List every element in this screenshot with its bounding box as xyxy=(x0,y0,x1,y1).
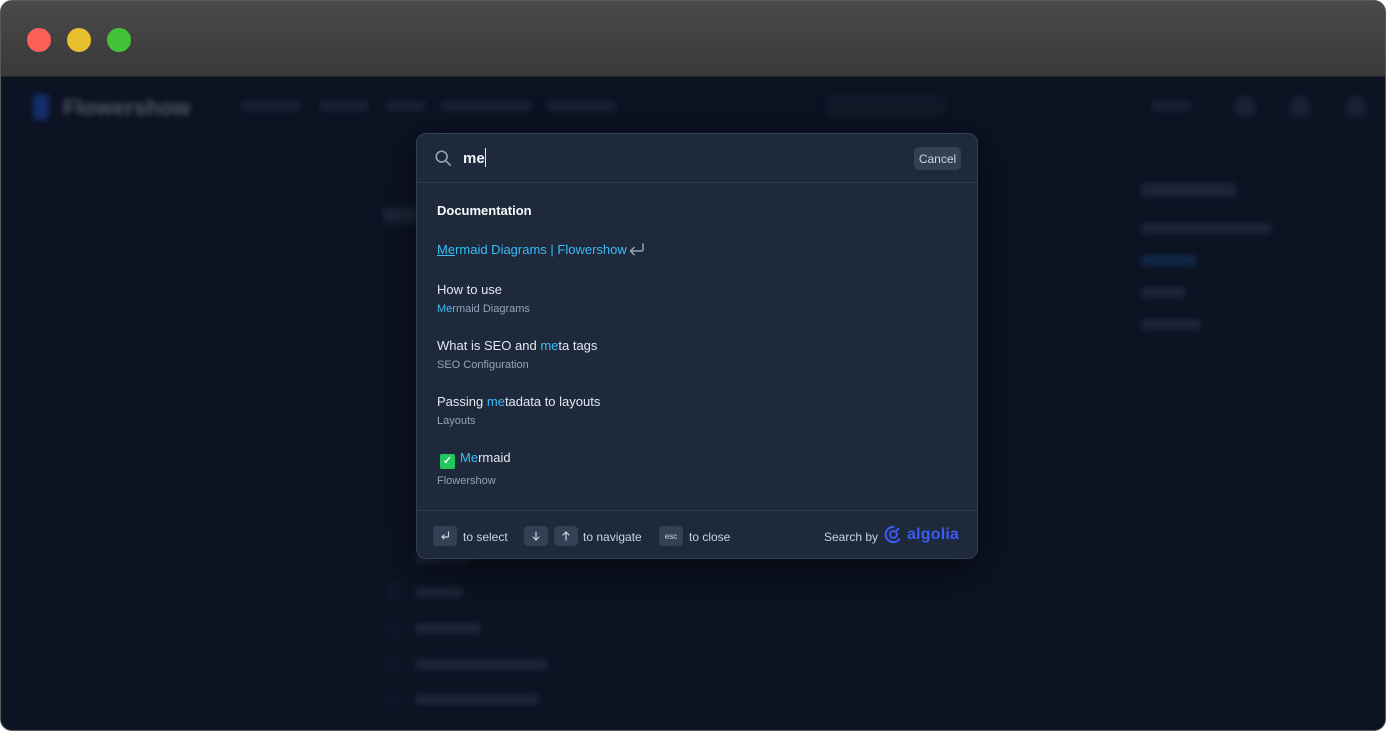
highlight: Me xyxy=(437,242,456,257)
result-title-text: tadata to layouts xyxy=(504,394,601,409)
cancel-button[interactable]: Cancel xyxy=(914,147,961,170)
result-title: Passing metadata to layouts xyxy=(437,394,937,409)
result-subtitle: SEO Configuration xyxy=(437,359,529,371)
result-title: How to use xyxy=(437,282,503,297)
result-title-text: Passing xyxy=(437,394,487,409)
search-by-label: Search by xyxy=(824,530,879,544)
arrow-up-key-icon xyxy=(554,526,578,546)
result-title: ✓ Mermaid xyxy=(437,450,937,469)
search-input[interactable] xyxy=(463,148,763,168)
search-icon xyxy=(435,150,452,167)
enter-icon xyxy=(629,243,644,256)
check-mark-icon: ✓ xyxy=(440,454,455,469)
minimize-window-button[interactable] xyxy=(67,28,91,52)
highlight: me xyxy=(540,338,559,353)
select-hint: to select xyxy=(463,530,508,544)
search-result-seo-meta-tags[interactable]: What is SEO and meta tags SEO Configurat… xyxy=(437,338,937,371)
result-title: What is SEO and meta tags xyxy=(437,338,937,353)
search-result-how-to-use[interactable]: How to use Mermaid Diagrams xyxy=(437,282,937,315)
browser-window: Flowershow me Cancel Documentation Merma… xyxy=(0,0,1386,731)
highlight: Me xyxy=(460,450,479,465)
zoom-window-button[interactable] xyxy=(107,28,131,52)
close-window-button[interactable] xyxy=(27,28,51,52)
result-title-text: ta tags xyxy=(558,338,598,353)
search-bar: Cancel xyxy=(417,134,977,183)
result-subtitle: Flowershow xyxy=(437,475,496,487)
search-result-mermaid[interactable]: ✓ Mermaid Flowershow xyxy=(437,450,937,487)
title-bar xyxy=(1,1,1385,77)
section-title: Documentation xyxy=(437,203,532,218)
navigate-hint: to navigate xyxy=(583,530,642,544)
search-modal: Cancel Documentation Mermaid Diagrams | … xyxy=(416,133,978,559)
text-caret xyxy=(485,148,486,167)
result-subtitle: Layouts xyxy=(437,415,476,427)
algolia-icon xyxy=(884,525,901,544)
search-result-metadata-layouts[interactable]: Passing metadata to layouts Layouts xyxy=(437,394,937,427)
enter-key-icon xyxy=(433,526,457,546)
search-result-mermaid-diagrams[interactable]: Mermaid Diagrams | Flowershow xyxy=(437,242,937,257)
search-footer: to select to navigate esc to close Searc… xyxy=(417,510,977,559)
esc-key: esc xyxy=(659,526,683,546)
result-subtitle: Mermaid Diagrams xyxy=(437,303,937,315)
result-subtitle-text: rmaid Diagrams xyxy=(452,303,530,315)
result-title-text: rmaid xyxy=(478,450,511,465)
algolia-logo[interactable]: algolia xyxy=(884,525,959,544)
algolia-wordmark: algolia xyxy=(907,525,960,543)
highlight: Me xyxy=(437,303,453,315)
close-hint: to close xyxy=(689,530,731,544)
arrow-down-key-icon xyxy=(524,526,548,546)
highlight: me xyxy=(486,394,505,409)
result-title: Mermaid Diagrams | Flowershow xyxy=(437,242,937,257)
result-title-text: What is SEO and xyxy=(437,338,541,353)
result-title-text: rmaid Diagrams | Flowershow xyxy=(455,242,627,257)
